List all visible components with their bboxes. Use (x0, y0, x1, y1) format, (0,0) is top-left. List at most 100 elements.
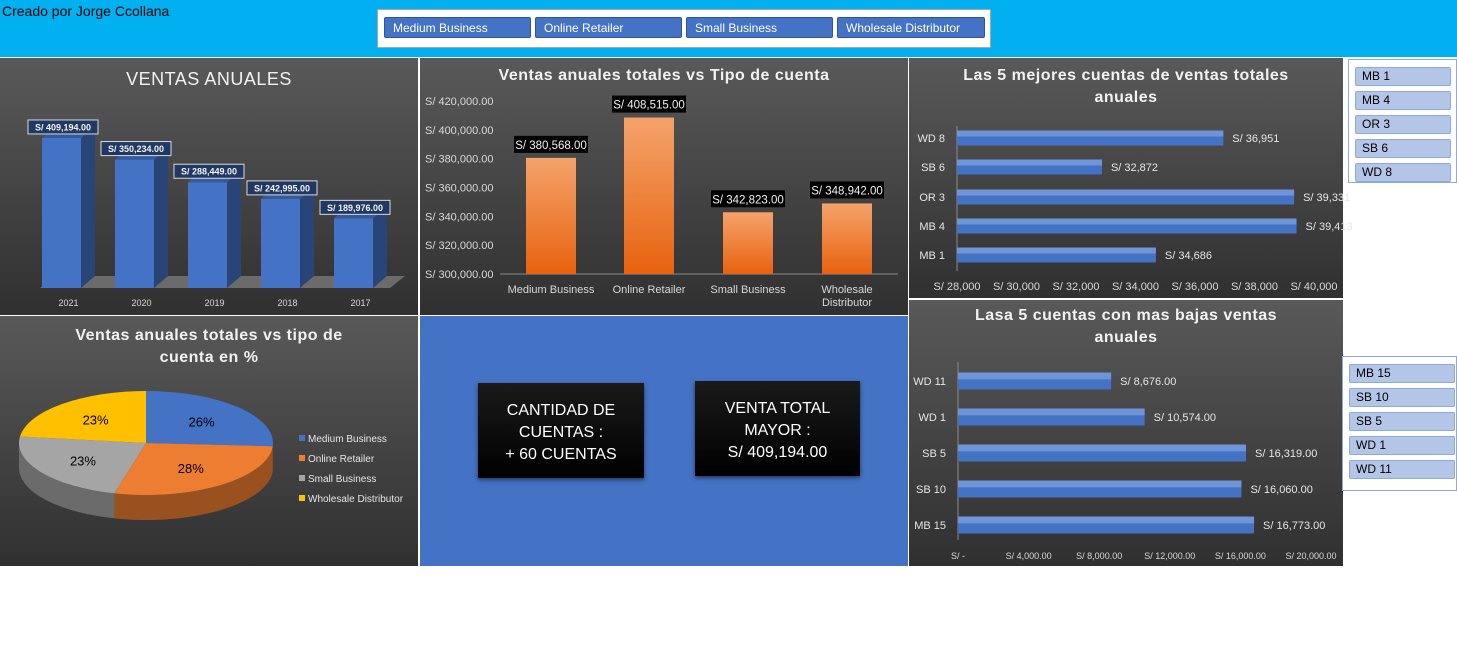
pie-label: 26% (189, 415, 215, 430)
slicer-item-wd1[interactable]: WD 1 (1349, 436, 1455, 455)
data-label: S/ 16,060.00 (1250, 484, 1312, 496)
data-label: S/ 342,823.00 (712, 194, 784, 206)
y-tick-label: WD 1 (919, 412, 947, 424)
legend-swatch (299, 455, 305, 461)
slicer-item-or3[interactable]: OR 3 (1355, 115, 1451, 134)
slicer-item-sb6[interactable]: SB 6 (1355, 139, 1451, 158)
slicer-item-mb15[interactable]: MB 15 (1349, 364, 1455, 383)
kpi-panel: CANTIDAD DE CUENTAS : + 60 CUENTAS VENTA… (420, 316, 908, 566)
slicer-item-online-retailer[interactable]: Online Retailer (535, 17, 682, 38)
data-label: S/ 380,568.00 (515, 140, 587, 152)
x-tick-label: 2018 (277, 298, 297, 308)
legend-swatch (299, 435, 305, 441)
kpi-line: + 60 CUENTAS (505, 446, 617, 463)
data-label: S/ 34,686 (1165, 250, 1212, 262)
legend-label: Medium Business (308, 434, 387, 445)
x-tick-label: 2021 (58, 298, 78, 308)
bar (822, 203, 872, 274)
data-label: S/ 348,942.00 (811, 185, 883, 197)
data-label: S/ 36,951 (1232, 133, 1279, 145)
bar-highlight (958, 444, 1247, 452)
y-tick-label: WD 8 (918, 133, 946, 145)
slicer-item-wd8[interactable]: WD 8 (1355, 163, 1451, 182)
bar-side (300, 186, 314, 288)
y-tick-label: OR 3 (919, 192, 945, 204)
bar (624, 117, 674, 274)
pie-chart: 26% 28% 23% 23% Medium Business Online Retail… (19, 391, 404, 520)
pie-label: 28% (178, 461, 204, 476)
x-tick-label: Medium Business (508, 284, 595, 296)
slicer-item-small-business[interactable]: Small Business (686, 17, 833, 38)
y-tick-label: SB 6 (921, 162, 945, 174)
data-label: S/ 16,773.00 (1263, 520, 1325, 532)
legend-swatch (299, 475, 305, 481)
bar (526, 157, 576, 274)
slicer-item-mb1[interactable]: MB 1 (1355, 67, 1451, 86)
data-label: S/ 10,574.00 (1154, 412, 1216, 424)
data-label: S/ 8,676.00 (1120, 376, 1176, 388)
ventas-anuales-panel: VENTAS ANUALES S/ 409,194.00 2021 S/ 350,2… (0, 58, 418, 315)
kpi-line: CANTIDAD DE (506, 402, 616, 419)
bar-side (227, 170, 241, 288)
kpi-line: CUENTAS : (518, 424, 604, 441)
account-type-slicer: Medium Business Online Retailer Small Bu… (377, 9, 991, 48)
bottom5-panel: Lasa 5 cuentas con mas bajas ventas anua… (909, 300, 1343, 566)
bar-side (81, 125, 95, 289)
x-tick-label: S/ 28,000 (933, 281, 980, 293)
kpi-line: VENTA TOTAL (724, 400, 831, 417)
slicer-item-wholesale-distributor[interactable]: Wholesale Distributor (837, 17, 985, 38)
top5-chart: WD 8 S/ 36,951 SB 6 S/ 32,872 OR 3 S/ 39,331 M… (918, 126, 1353, 293)
kpi-cantidad-cuentas: CANTIDAD DE CUENTAS : + 60 CUENTAS (478, 383, 644, 478)
data-label: S/ 242,995.00 (254, 183, 310, 193)
data-label: S/ 409,194.00 (35, 122, 91, 132)
x-tick-label: 2017 (350, 298, 370, 308)
x-tick-label: S/ 12,000.00 (1144, 551, 1195, 561)
ventas-tipo-cuenta-panel: Ventas anuales totales vs Tipo de cuenta… (420, 58, 908, 315)
x-tick-label: 2020 (131, 298, 151, 308)
slicer-item-sb10[interactable]: SB 10 (1349, 388, 1455, 407)
kpi-line: MAYOR : (744, 422, 811, 439)
bar-highlight (958, 480, 1242, 488)
pie-label: 23% (83, 413, 109, 428)
y-tick-label: SB 5 (922, 448, 946, 460)
slicer-item-medium-business[interactable]: Medium Business (384, 17, 531, 38)
x-tick-label: S/ 16,000.00 (1215, 551, 1266, 561)
bar-side (373, 206, 387, 288)
top-accounts-slicer: MB 1 MB 4 OR 3 SB 6 WD 8 (1348, 59, 1457, 183)
bar-highlight (958, 516, 1255, 524)
y-tick-label: S/ 300,000.00 (425, 269, 494, 281)
top5-panel: Las 5 mejores cuentas de ventas totales … (909, 58, 1353, 298)
y-tick-label: S/ 420,000.00 (425, 96, 494, 108)
bar (115, 159, 154, 288)
x-tick-label: S/ 20,000.00 (1285, 551, 1336, 561)
x-tick-label: S/ 36,000 (1171, 281, 1218, 293)
y-tick-label: WD 11 (913, 376, 946, 388)
ventas-anuales-chart: S/ 409,194.00 2021 S/ 350,234.00 2020 S/ 288… (27, 119, 405, 308)
bar (261, 198, 300, 288)
x-tick-label: Wholesale (821, 284, 872, 296)
data-label: S/ 39,413 (1306, 221, 1353, 233)
bar-side (154, 147, 168, 288)
kpi-venta-total: VENTA TOTAL MAYOR : S/ 409,194.00 (695, 381, 860, 476)
y-tick-label: MB 15 (914, 520, 946, 532)
data-label: S/ 16,319.00 (1255, 448, 1317, 460)
slicer-item-wd11[interactable]: WD 11 (1349, 460, 1455, 479)
y-tick-label: SB 10 (916, 484, 946, 496)
x-tick-label: Distributor (822, 297, 872, 309)
bar (188, 182, 227, 288)
ventas-tipo-cuenta-chart: S/ 300,000.00 S/ 320,000.00 S/ 340,000.00 S… (425, 95, 898, 309)
bottom-accounts-slicer: MB 15 SB 10 SB 5 WD 1 WD 11 (1342, 356, 1457, 491)
y-tick-label: S/ 380,000.00 (425, 154, 494, 166)
pie-panel: Ventas anuales totales vs tipo de cuenta… (0, 316, 418, 566)
data-label: S/ 189,976.00 (327, 203, 383, 213)
slicer-item-mb4[interactable]: MB 4 (1355, 91, 1451, 110)
slicer-item-sb5[interactable]: SB 5 (1349, 412, 1455, 431)
bar-highlight (957, 159, 1102, 166)
data-label: S/ 39,331 (1303, 192, 1350, 204)
bottom5-chart: WD 11 S/ 8,676.00 WD 1 S/ 10,574.00 SB 5 S/ 1… (913, 362, 1337, 561)
x-tick-label: Online Retailer (613, 284, 686, 296)
legend-label: Online Retailer (308, 454, 375, 465)
bar-highlight (958, 372, 1112, 380)
legend-label: Small Business (308, 474, 376, 485)
bar-highlight (957, 247, 1156, 254)
